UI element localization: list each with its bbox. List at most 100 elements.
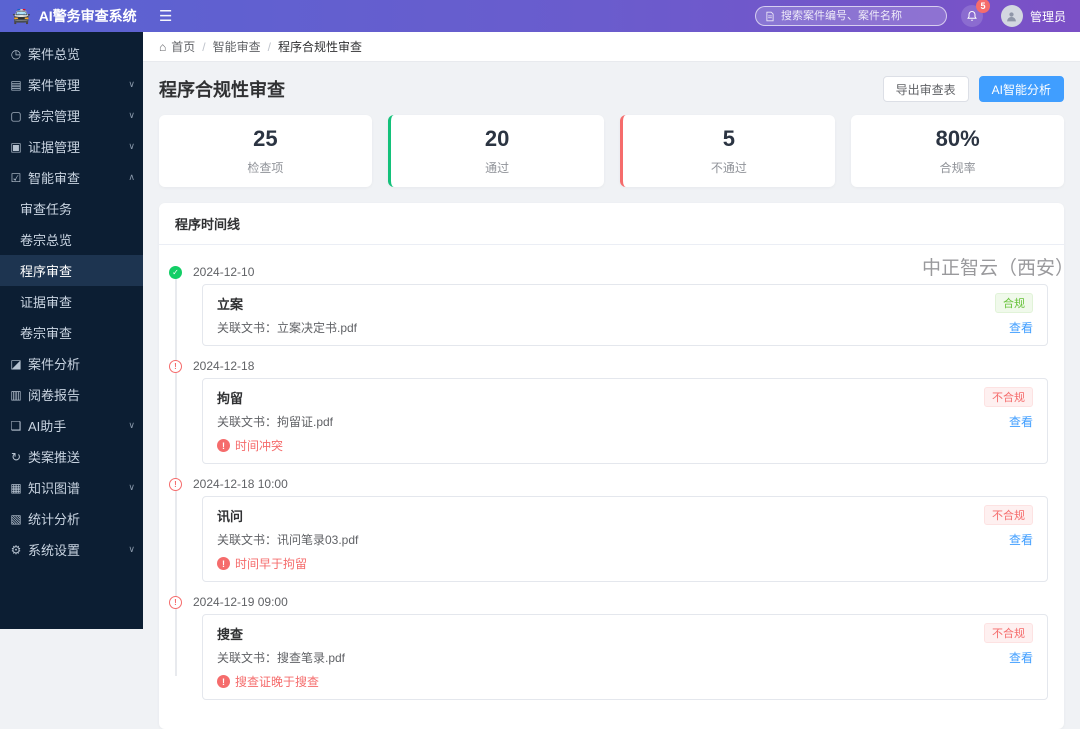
sidebar-item-case-overview[interactable]: ◷ 案件总览 bbox=[0, 38, 143, 69]
stat-card-failed: 5 不通过 bbox=[619, 115, 836, 187]
timeline-card: 拘留 不合规 关联文书：拘留证.pdf 查看 ! 时间冲突 bbox=[202, 378, 1048, 464]
breadcrumb: ⌂ 首页 / 智能审查 / 程序合规性审查 bbox=[143, 32, 1080, 62]
home-icon: ⌂ bbox=[159, 39, 167, 54]
sidebar-item-statistics[interactable]: ▧ 统计分析 bbox=[0, 503, 143, 534]
error-icon: ! bbox=[217, 675, 230, 688]
timeline-step-title: 立案 bbox=[217, 296, 244, 312]
timeline-item: ! 2024-12-18 10:00 讯问 不合规 关联文书：讯问笔录03.pd… bbox=[169, 477, 1048, 582]
error-icon: ! bbox=[217, 439, 230, 452]
user-name: 管理员 bbox=[1029, 9, 1066, 24]
report-icon: ▥ bbox=[10, 387, 22, 402]
stat-value: 80% bbox=[935, 126, 980, 152]
chevron-down-icon: ∨ bbox=[128, 110, 135, 120]
search-input[interactable] bbox=[780, 10, 937, 22]
sidebar-subitem-dossier-review[interactable]: 卷宗审查 bbox=[0, 317, 143, 348]
ai-analysis-button[interactable]: AI智能分析 bbox=[978, 76, 1064, 102]
checklist-icon: ☑ bbox=[10, 170, 22, 185]
stat-card-passed: 20 通过 bbox=[387, 115, 604, 187]
police-car-logo-icon: 🚔 bbox=[12, 8, 31, 25]
sidebar-item-label: 案件总览 bbox=[28, 47, 81, 62]
folder-icon: ▢ bbox=[10, 108, 22, 123]
sidebar-item-label: 智能审查 bbox=[28, 171, 81, 186]
sidebar-item-reading-report[interactable]: ▥ 阅卷报告 bbox=[0, 379, 143, 410]
timeline-date: 2024-12-10 bbox=[193, 265, 255, 279]
compliance-badge: 不合规 bbox=[984, 387, 1033, 407]
chevron-down-icon: ∨ bbox=[128, 141, 135, 151]
page-title: 程序合规性审查 bbox=[159, 80, 285, 100]
sidebar-subitem-dossier-overview[interactable]: 卷宗总览 bbox=[0, 224, 143, 255]
top-header: 🚔 AI警务审查系统 ☰ 5 管理员 bbox=[0, 0, 1080, 32]
stat-label: 通过 bbox=[485, 160, 510, 175]
timeline-item: ! 2024-12-19 09:00 搜查 不合规 关联文书：搜查笔录.pdf … bbox=[169, 595, 1048, 700]
compliance-badge: 不合规 bbox=[984, 505, 1033, 525]
warning-circle-icon: ! bbox=[169, 595, 182, 609]
timeline-date: 2024-12-19 09:00 bbox=[193, 595, 288, 609]
view-link[interactable]: 查看 bbox=[1009, 531, 1033, 548]
sidebar-subitem-procedure-review[interactable]: 程序审查 bbox=[0, 255, 143, 286]
main-area: ⌂ 首页 / 智能审查 / 程序合规性审查 程序合规性审查 导出审查表 AI智能… bbox=[143, 32, 1080, 729]
avatar bbox=[1000, 5, 1023, 27]
procedure-timeline-panel: 程序时间线 中正智云（西安） ✓ 2024-12-10 立案 合规 关联文书：立… bbox=[159, 203, 1074, 729]
stats-row: 25 检查项 20 通过 5 不通过 80% 合规率 bbox=[159, 115, 1064, 187]
error-text: 搜查证晚于搜查 bbox=[235, 675, 320, 689]
check-circle-icon: ✓ bbox=[169, 265, 182, 279]
compliance-badge: 合规 bbox=[995, 293, 1033, 313]
error-text: 时间冲突 bbox=[235, 439, 284, 453]
archive-icon: ▣ bbox=[10, 139, 22, 154]
notification-bell[interactable]: 5 bbox=[960, 0, 990, 27]
sidebar-subitem-review-tasks[interactable]: 审查任务 bbox=[0, 193, 143, 224]
sidebar-item-label: 证据管理 bbox=[28, 140, 81, 155]
breadcrumb-item-home[interactable]: 首页 bbox=[171, 38, 195, 55]
sidebar-subitem-label: 程序审查 bbox=[20, 264, 73, 279]
stat-value: 20 bbox=[484, 126, 510, 152]
stat-label: 检查项 bbox=[247, 160, 284, 175]
timeline-card: 讯问 不合规 关联文书：讯问笔录03.pdf 查看 ! 时间早于拘留 bbox=[202, 496, 1048, 582]
related-document: 关联文书：拘留证.pdf bbox=[217, 415, 334, 429]
related-document: 关联文书：立案决定书.pdf bbox=[217, 321, 358, 335]
share-icon: ↻ bbox=[10, 449, 22, 464]
sidebar-item-system-settings[interactable]: ⚙ 系统设置 ∨ bbox=[0, 534, 143, 565]
sidebar-collapse-icon[interactable]: ☰ bbox=[159, 7, 172, 25]
sidebar-item-case-analysis[interactable]: ◪ 案件分析 bbox=[0, 348, 143, 379]
view-link[interactable]: 查看 bbox=[1009, 319, 1033, 336]
sidebar-item-case-management[interactable]: ▤ 案件管理 ∨ bbox=[0, 69, 143, 100]
sidebar-subitem-label: 证据审查 bbox=[20, 295, 73, 310]
sidebar-item-smart-review[interactable]: ☑ 智能审查 ∧ bbox=[0, 162, 143, 193]
sidebar: ◷ 案件总览 ▤ 案件管理 ∨ ▢ 卷宗管理 ∨ ▣ 证据管理 ∨ ☑ 智能审查… bbox=[0, 32, 143, 629]
stat-label: 不通过 bbox=[710, 160, 747, 175]
timeline-item: ✓ 2024-12-10 立案 合规 关联文书：立案决定书.pdf 查看 bbox=[169, 265, 1048, 346]
warning-circle-icon: ! bbox=[169, 359, 182, 373]
chevron-down-icon: ∨ bbox=[128, 482, 135, 492]
chevron-down-icon: ∨ bbox=[128, 544, 135, 554]
stat-card-compliance-rate: 80% 合规率 bbox=[851, 115, 1064, 187]
export-review-table-button[interactable]: 导出审查表 bbox=[882, 76, 969, 102]
sidebar-item-label: 案件分析 bbox=[28, 357, 81, 372]
timeline-item: ! 2024-12-18 拘留 不合规 关联文书：拘留证.pdf 查看 ! 时间… bbox=[169, 359, 1048, 464]
view-link[interactable]: 查看 bbox=[1009, 649, 1033, 666]
related-document: 关联文书：搜查笔录.pdf bbox=[217, 651, 346, 665]
sidebar-subitem-label: 审查任务 bbox=[20, 202, 73, 217]
breadcrumb-separator: / bbox=[267, 39, 271, 54]
case-search-box[interactable] bbox=[754, 6, 947, 26]
sidebar-item-knowledge-graph[interactable]: ▦ 知识图谱 ∨ bbox=[0, 472, 143, 503]
grid-icon: ▦ bbox=[10, 480, 22, 495]
sidebar-item-ai-assistant[interactable]: ❑ AI助手 ∨ bbox=[0, 410, 143, 441]
sidebar-item-dossier-management[interactable]: ▢ 卷宗管理 ∨ bbox=[0, 100, 143, 131]
dashboard-icon: ◷ bbox=[10, 46, 22, 61]
sidebar-subitem-evidence-review[interactable]: 证据审查 bbox=[0, 286, 143, 317]
warning-circle-icon: ! bbox=[169, 477, 182, 491]
app-logo-zone: 🚔 AI警务审查系统 bbox=[0, 6, 143, 26]
panel-title: 程序时间线 bbox=[175, 217, 241, 232]
app-title: AI警务审查系统 bbox=[38, 8, 137, 24]
breadcrumb-separator: / bbox=[202, 39, 206, 54]
timeline-step-title: 拘留 bbox=[217, 390, 244, 406]
sidebar-item-evidence-management[interactable]: ▣ 证据管理 ∨ bbox=[0, 131, 143, 162]
compliance-badge: 不合规 bbox=[984, 623, 1033, 643]
chevron-up-icon: ∧ bbox=[128, 172, 135, 182]
breadcrumb-item-smart-review[interactable]: 智能审查 bbox=[213, 38, 261, 55]
view-link[interactable]: 查看 bbox=[1009, 413, 1033, 430]
sidebar-item-similar-case-push[interactable]: ↻ 类案推送 bbox=[0, 441, 143, 472]
user-menu[interactable]: 管理员 bbox=[1000, 5, 1066, 27]
stat-card-total-checks: 25 检查项 bbox=[159, 115, 372, 187]
stats-icon: ▧ bbox=[10, 511, 22, 526]
